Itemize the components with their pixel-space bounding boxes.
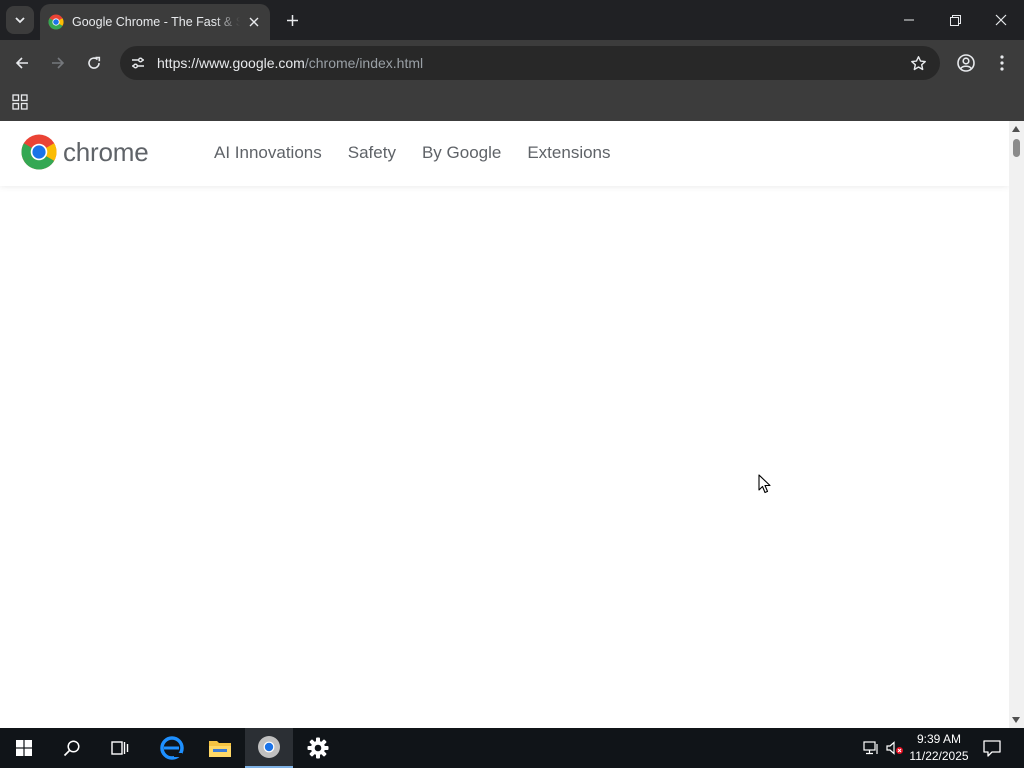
start-button[interactable] <box>0 728 48 768</box>
url-host: https://www.google.com <box>157 55 305 71</box>
taskbar-search-button[interactable] <box>48 728 96 768</box>
apps-button[interactable] <box>10 92 30 112</box>
url-text: https://www.google.com/chrome/index.html <box>157 55 423 71</box>
site-info-icon <box>132 57 144 69</box>
volume-tray-button[interactable] <box>884 728 906 768</box>
notification-icon <box>983 739 1001 757</box>
chevron-down-icon <box>15 17 25 24</box>
windows-start-icon <box>16 740 32 756</box>
nav-safety[interactable]: Safety <box>348 143 396 163</box>
scroll-down-arrow[interactable] <box>1012 717 1020 723</box>
close-window-button[interactable] <box>978 0 1024 40</box>
logo-wordmark: chrome <box>63 136 149 167</box>
kebab-menu-icon <box>1000 55 1004 71</box>
taskbar-settings[interactable] <box>294 728 342 768</box>
volume-muted-icon <box>886 741 903 755</box>
minimize-icon <box>904 19 914 21</box>
close-icon <box>249 17 259 27</box>
bookmark-star-button[interactable] <box>908 53 928 73</box>
url-path: /chrome/index.html <box>304 55 424 71</box>
new-tab-button[interactable] <box>280 8 304 32</box>
forward-button[interactable] <box>42 47 74 79</box>
forward-arrow-icon <box>52 57 65 69</box>
task-view-button[interactable] <box>96 728 144 768</box>
close-icon <box>995 14 1007 26</box>
search-icon <box>63 740 80 757</box>
scroll-up-arrow[interactable] <box>1012 126 1020 132</box>
chrome-favicon-icon <box>48 14 64 30</box>
nav-by-google[interactable]: By Google <box>422 143 501 163</box>
chrome-icon <box>258 736 280 758</box>
network-icon <box>863 741 878 755</box>
chrome-menu-button[interactable] <box>986 47 1018 79</box>
browser-toolbar: https://www.google.com/chrome/index.html <box>0 40 1024 86</box>
clock-time: 9:39 AM <box>916 732 962 746</box>
minimize-button[interactable] <box>886 0 932 40</box>
apps-grid-icon <box>12 94 28 110</box>
tab-close-button[interactable] <box>244 12 264 32</box>
web-page: chrome AI Innovations Safety By Google E… <box>0 121 1009 728</box>
nav-ai-innovations[interactable]: AI Innovations <box>214 143 322 163</box>
file-explorer-icon <box>209 741 231 757</box>
taskbar-file-explorer[interactable] <box>196 728 244 768</box>
reload-icon <box>88 56 101 69</box>
task-view-icon <box>111 741 129 755</box>
site-header: chrome AI Innovations Safety By Google E… <box>0 121 1009 186</box>
action-center-button[interactable] <box>980 728 1004 768</box>
main-nav: AI Innovations Safety By Google Extensio… <box>214 143 611 163</box>
address-bar[interactable]: https://www.google.com/chrome/index.html <box>120 46 940 80</box>
mouse-cursor-icon <box>758 474 771 494</box>
back-arrow-icon <box>15 57 28 69</box>
tab-strip: Google Chrome - The Fast & Secure Web Br… <box>0 0 1024 40</box>
clock-date: 11/22/2025 <box>909 749 969 763</box>
active-tab[interactable]: Google Chrome - The Fast & Secure Web Br… <box>40 4 270 40</box>
chrome-logo[interactable]: chrome <box>21 134 149 170</box>
page-scrollbar[interactable] <box>1009 121 1024 728</box>
restore-button[interactable] <box>932 0 978 40</box>
profile-icon <box>957 54 975 72</box>
taskbar: 9:39 AM 11/22/2025 <box>0 728 1024 768</box>
back-button[interactable] <box>6 47 38 79</box>
nav-extensions[interactable]: Extensions <box>527 143 610 163</box>
plus-icon <box>286 14 298 26</box>
site-info-button[interactable] <box>126 51 150 75</box>
restore-icon <box>949 14 961 26</box>
star-icon <box>910 55 926 70</box>
profile-button[interactable] <box>950 47 982 79</box>
chrome-logo-icon <box>21 134 57 170</box>
scroll-thumb[interactable] <box>1013 139 1020 157</box>
reload-button[interactable] <box>78 47 110 79</box>
edge-icon <box>160 736 184 760</box>
network-tray-button[interactable] <box>860 728 882 768</box>
tab-search-button[interactable] <box>6 6 34 34</box>
settings-gear-icon <box>307 737 329 759</box>
taskbar-edge[interactable] <box>148 728 196 768</box>
taskbar-chrome[interactable] <box>245 728 293 768</box>
taskbar-clock[interactable]: 9:39 AM 11/22/2025 <box>904 731 974 765</box>
bookmarks-bar <box>0 86 1024 121</box>
tab-title: Google Chrome - The Fast & Secure Web Br… <box>72 15 240 29</box>
